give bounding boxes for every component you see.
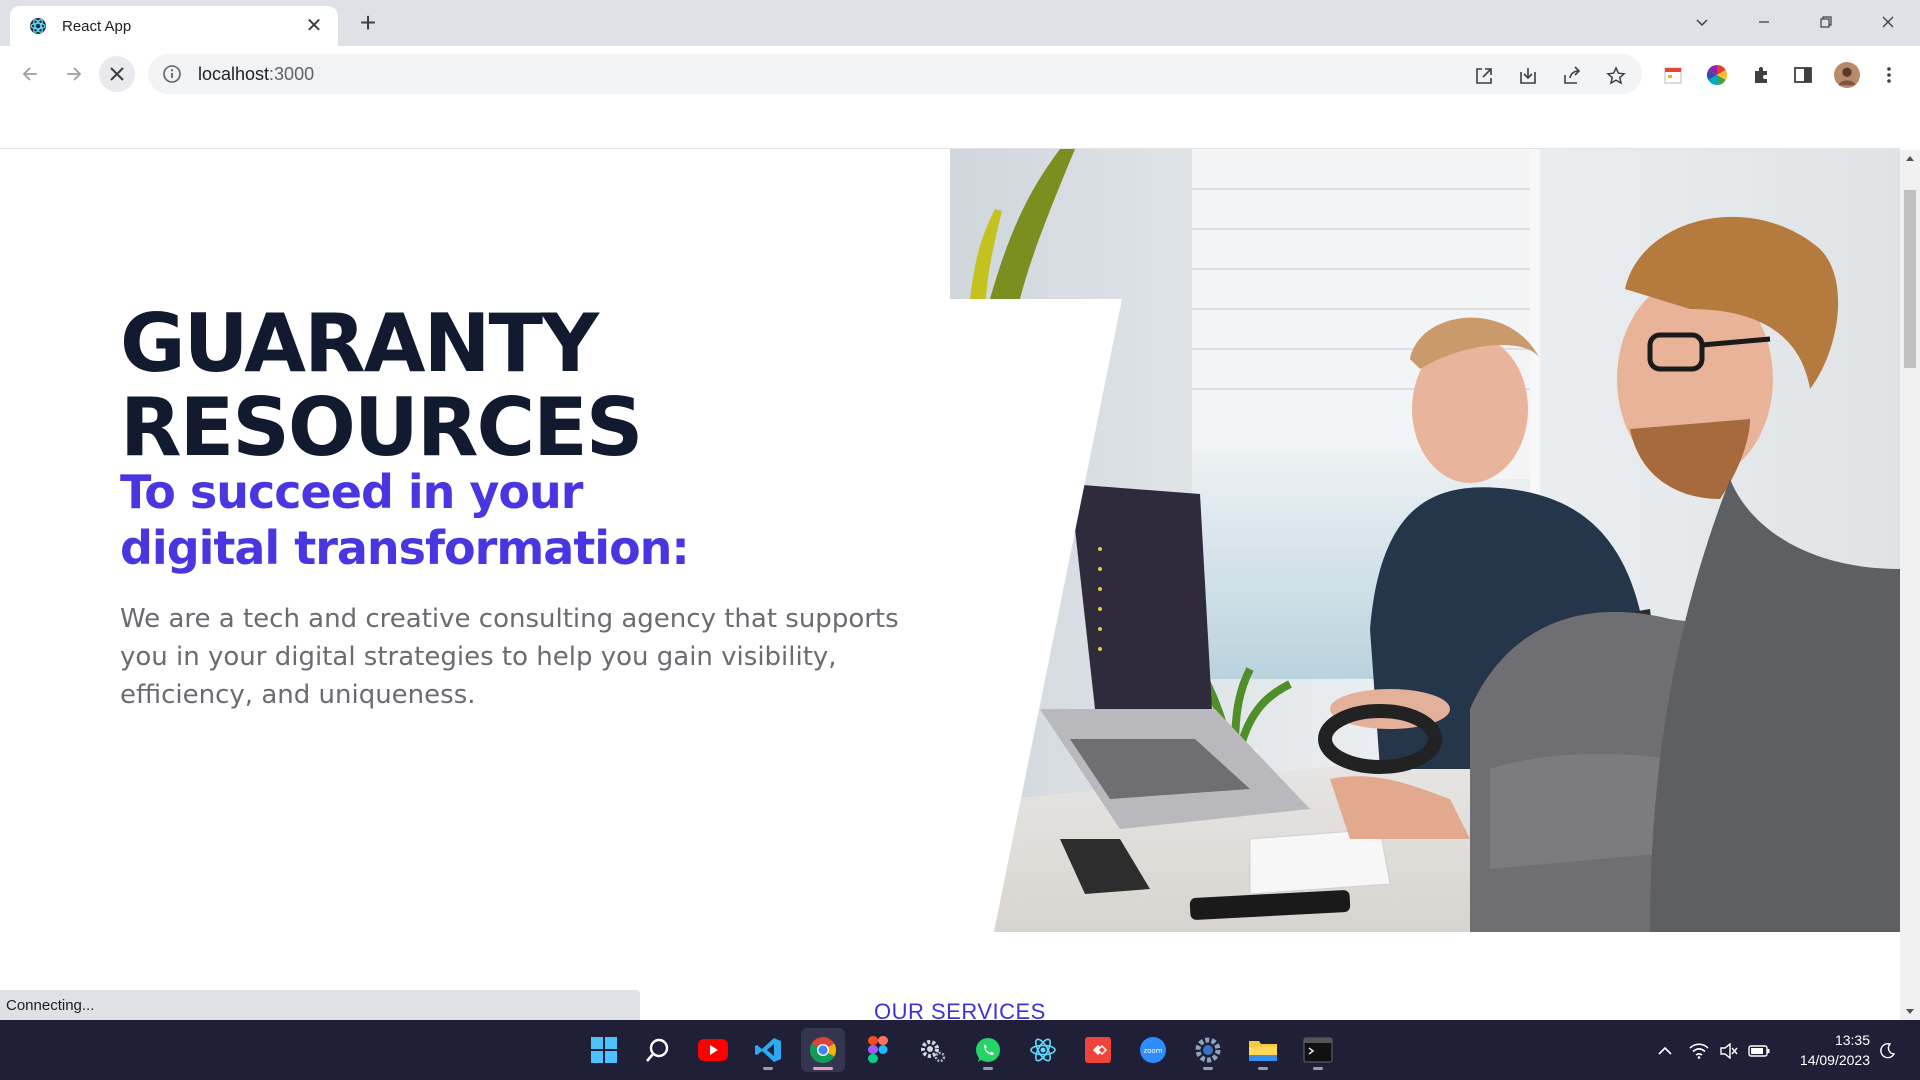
new-tab-button[interactable]: + — [352, 8, 384, 40]
office-workers-photo — [950, 149, 1900, 932]
hero-subtitle-line1: To succeed in your — [120, 465, 583, 519]
services-heading: OUR SERVICES — [874, 999, 1046, 1020]
forward-arrow-icon[interactable] — [56, 56, 92, 92]
bookmark-star-icon[interactable] — [1604, 64, 1628, 88]
running-indicator — [1203, 1067, 1213, 1070]
url-host: localhost — [198, 63, 270, 84]
scroll-thumb[interactable] — [1904, 190, 1916, 368]
scroll-up-arrow-icon[interactable] — [1900, 150, 1920, 166]
status-bubble: Connecting... — [0, 990, 640, 1020]
hero-description: We are a tech and creative consulting ag… — [120, 604, 899, 710]
file-explorer-icon[interactable] — [1241, 1028, 1285, 1072]
settings-gear-icon[interactable] — [911, 1028, 955, 1072]
notifications-moon-icon[interactable] — [1876, 1040, 1898, 1062]
page-scrollbar[interactable] — [1900, 150, 1920, 1020]
youtube-icon[interactable] — [691, 1028, 735, 1072]
running-indicator — [983, 1067, 993, 1070]
battery-icon[interactable] — [1748, 1040, 1770, 1062]
taskbar-clock[interactable]: 13:35 14/09/2023 — [1780, 1030, 1870, 1070]
browser-menu-icon[interactable] — [1876, 62, 1902, 88]
tab-strip: React App ✕ + — [0, 0, 1920, 46]
react-devtools-icon[interactable] — [1021, 1028, 1065, 1072]
minimize-icon[interactable] — [1744, 4, 1784, 40]
hero-title-line2: RESOURCES — [120, 381, 643, 474]
settings-icon[interactable] — [1186, 1028, 1230, 1072]
page-viewport: GUARANTY RESOURCES To succeed in your di… — [0, 102, 1900, 1020]
close-window-icon[interactable] — [1868, 4, 1908, 40]
running-indicator — [763, 1067, 773, 1070]
extension-calendar-icon[interactable] — [1660, 62, 1686, 88]
site-info-icon[interactable] — [162, 64, 182, 84]
tray-overflow-chevron-icon[interactable] — [1654, 1040, 1676, 1062]
anydesk-icon[interactable] — [1076, 1028, 1120, 1072]
search-icon[interactable] — [636, 1028, 680, 1072]
vscode-icon[interactable] — [746, 1028, 790, 1072]
hero-title: GUARANTY RESOURCES — [120, 302, 643, 470]
windows-taskbar: zoom 13:35 14/09/2023 — [0, 1020, 1920, 1080]
react-favicon-icon — [30, 18, 46, 34]
tab-title: React App — [62, 17, 132, 35]
extensions-puzzle-icon[interactable] — [1748, 62, 1774, 88]
zoom-icon[interactable]: zoom — [1131, 1028, 1175, 1072]
color-picker-extension-icon[interactable] — [1704, 62, 1730, 88]
profile-avatar-icon[interactable] — [1834, 62, 1860, 88]
running-indicator — [1258, 1067, 1268, 1070]
restore-icon[interactable] — [1806, 4, 1846, 40]
open-in-app-icon[interactable] — [1472, 64, 1496, 88]
tab-react-app[interactable]: React App ✕ — [10, 6, 338, 46]
hero-subtitle-line2: digital transformation: — [120, 521, 690, 575]
wifi-icon[interactable] — [1688, 1040, 1710, 1062]
running-indicator — [1313, 1067, 1323, 1070]
stop-loading-icon[interactable] — [99, 56, 135, 92]
browser-toolbar: localhost:3000 — [0, 46, 1920, 102]
speaker-muted-icon[interactable] — [1718, 1040, 1740, 1062]
install-app-icon[interactable] — [1516, 64, 1540, 88]
hero-title-line1: GUARANTY — [120, 297, 599, 390]
hero-subtitle: To succeed in your digital transformatio… — [120, 464, 690, 576]
active-indicator — [813, 1067, 833, 1070]
back-arrow-icon[interactable] — [12, 56, 48, 92]
side-panel-icon[interactable] — [1790, 62, 1816, 88]
share-icon[interactable] — [1560, 64, 1584, 88]
scroll-down-arrow-icon[interactable] — [1900, 1004, 1920, 1020]
tab-search-chevron-icon[interactable] — [1682, 4, 1722, 40]
tab-close-icon[interactable]: ✕ — [304, 16, 324, 36]
address-bar[interactable]: localhost:3000 — [148, 54, 1642, 94]
start-menu-icon[interactable] — [582, 1028, 626, 1072]
whatsapp-icon[interactable] — [966, 1028, 1010, 1072]
clock-date: 14/09/2023 — [1799, 1052, 1870, 1068]
chrome-icon[interactable] — [801, 1028, 845, 1072]
clock-time: 13:35 — [1834, 1032, 1870, 1048]
terminal-icon[interactable] — [1296, 1028, 1340, 1072]
figma-icon[interactable] — [856, 1028, 900, 1072]
url-port: :3000 — [269, 63, 315, 84]
svg-text:zoom: zoom — [1143, 1047, 1162, 1055]
